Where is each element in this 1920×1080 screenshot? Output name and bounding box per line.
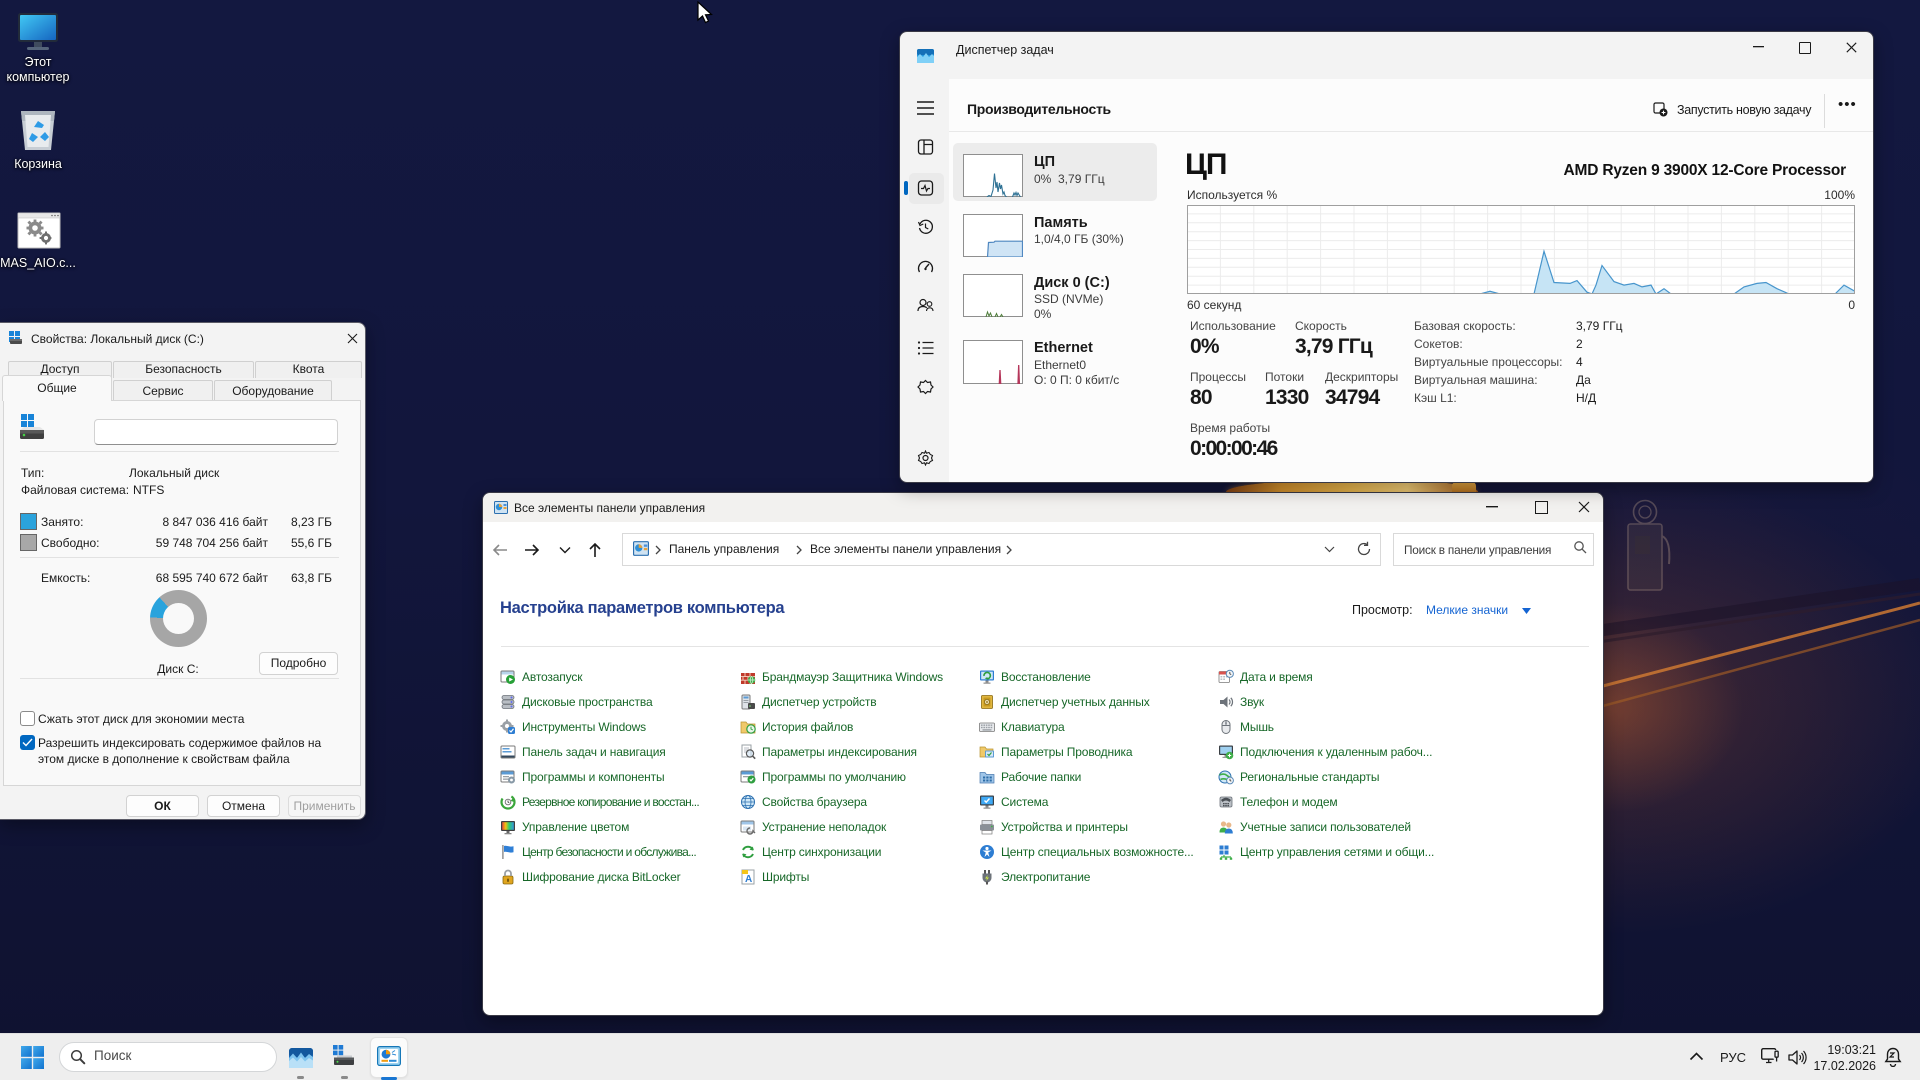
svg-text:A: A <box>745 874 752 885</box>
